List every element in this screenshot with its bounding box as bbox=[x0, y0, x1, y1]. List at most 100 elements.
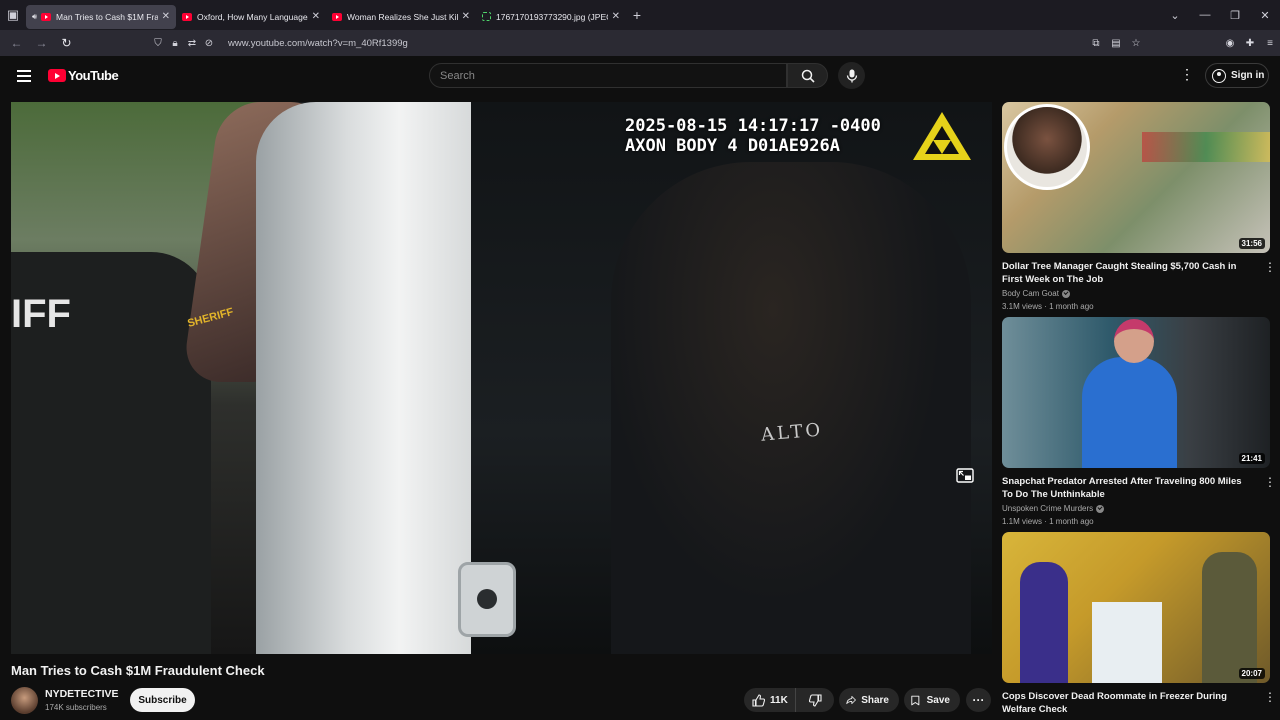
youtube-favicon-icon bbox=[41, 12, 52, 21]
share-button[interactable]: Share bbox=[839, 688, 899, 712]
channel-name-text: Unspoken Crime Murders bbox=[1002, 504, 1094, 513]
bookmark-star-icon[interactable]: ☆ bbox=[1126, 38, 1146, 49]
youtube-play-icon bbox=[48, 69, 66, 82]
miniplayer-icon[interactable] bbox=[956, 468, 974, 483]
settings-menu-icon[interactable]: ⋮ bbox=[1180, 66, 1194, 83]
channel-name-text: Body Cam Goat bbox=[1002, 289, 1059, 298]
video-frame-door-latch bbox=[458, 562, 516, 637]
video-menu-icon[interactable]: ⋮ bbox=[1264, 260, 1276, 274]
related-video-2[interactable]: 21:41 ⋮ Snapchat Predator Arrested After… bbox=[1002, 317, 1276, 526]
minimize-icon[interactable]: — bbox=[1190, 9, 1220, 21]
subscribe-button[interactable]: Subscribe bbox=[130, 688, 195, 712]
search-button[interactable] bbox=[787, 63, 828, 88]
save-button[interactable]: Save bbox=[904, 688, 960, 712]
lock-icon[interactable]: 🔒︎ bbox=[167, 38, 183, 49]
subscriber-count: 174K subscribers bbox=[45, 703, 107, 712]
tab-close-icon[interactable]: ✕ bbox=[612, 11, 620, 22]
url-text[interactable]: www.youtube.com/watch?v=m_40Rf1399g bbox=[228, 38, 408, 49]
tab-close-icon[interactable]: ✕ bbox=[162, 11, 170, 22]
dislike-button[interactable] bbox=[796, 693, 834, 707]
related-video-1[interactable]: 31:56 ⋮ Dollar Tree Manager Caught Steal… bbox=[1002, 102, 1276, 311]
window-controls: ⌄ — ❐ ✕ bbox=[1160, 0, 1280, 30]
account-icon[interactable]: ◉ bbox=[1220, 38, 1240, 49]
video-thumbnail[interactable]: 31:56 bbox=[1002, 102, 1270, 253]
video-duration: 21:41 bbox=[1238, 453, 1265, 464]
bodycam-timestamp-line2: AXON BODY 4 D01AE926A bbox=[625, 136, 840, 156]
hamburger-menu-icon[interactable] bbox=[17, 70, 31, 82]
channel-avatar[interactable] bbox=[11, 687, 38, 714]
video-duration: 31:56 bbox=[1238, 238, 1265, 249]
sign-in-label: Sign in bbox=[1231, 70, 1265, 81]
video-frame-person bbox=[611, 162, 971, 654]
save-label: Save bbox=[926, 694, 950, 706]
like-button[interactable]: 11K bbox=[744, 688, 796, 712]
related-video-channel[interactable]: Unspoken Crime Murders bbox=[1002, 504, 1270, 513]
video-overlay-badge-text: IFF bbox=[11, 292, 71, 336]
extensions-icon[interactable]: ✚ bbox=[1240, 38, 1260, 49]
permissions-icon[interactable]: ⇄ bbox=[184, 38, 200, 49]
tab-list-icon[interactable]: ▣ bbox=[0, 0, 26, 30]
restore-icon[interactable]: ❐ bbox=[1220, 9, 1250, 22]
tab-overflow-icon[interactable]: ⌄ bbox=[1160, 9, 1190, 22]
video-title: Man Tries to Cash $1M Fraudulent Check bbox=[11, 663, 265, 678]
reload-icon[interactable]: ↻ bbox=[54, 36, 79, 50]
voice-search-button[interactable] bbox=[838, 62, 865, 89]
related-video-title[interactable]: Snapchat Predator Arrested After Traveli… bbox=[1002, 475, 1242, 501]
related-video-title[interactable]: Dollar Tree Manager Caught Stealing $5,7… bbox=[1002, 260, 1242, 286]
bodycam-timestamp: 2025-08-15 14:17:17 -0400 AXON BODY 4 D0… bbox=[625, 116, 881, 156]
sign-in-button[interactable]: Sign in bbox=[1205, 63, 1269, 88]
youtube-favicon-icon bbox=[182, 12, 192, 21]
picture-in-picture-icon[interactable]: ⧉ bbox=[1086, 38, 1106, 49]
tab-close-icon[interactable]: ✕ bbox=[312, 11, 320, 22]
video-menu-icon[interactable]: ⋮ bbox=[1264, 475, 1276, 489]
thumbnail-scene bbox=[1142, 132, 1270, 162]
url-bar[interactable]: ⛉ 🔒︎ ⇄ ⊘ www.youtube.com/watch?v=m_40Rf1… bbox=[150, 32, 1140, 54]
tab-4[interactable]: 1767170193773290.jpg (JPEG Image) ✕ bbox=[476, 5, 626, 29]
speaker-icon[interactable]: 🔊︎ bbox=[32, 12, 37, 22]
related-video-channel[interactable]: Body Cam Goat bbox=[1002, 289, 1270, 298]
search-input[interactable] bbox=[430, 64, 786, 87]
autoplay-blocked-icon[interactable]: ⊘ bbox=[201, 38, 217, 49]
axon-logo-icon bbox=[913, 112, 971, 160]
shield-icon[interactable]: ⛉ bbox=[150, 38, 166, 49]
thumbs-down-icon bbox=[808, 693, 822, 707]
close-window-icon[interactable]: ✕ bbox=[1250, 9, 1280, 22]
back-icon[interactable]: ← bbox=[4, 36, 29, 50]
share-label: Share bbox=[861, 694, 889, 706]
related-video-3[interactable]: 20:07 ⋮ Cops Discover Dead Roommate in F… bbox=[1002, 532, 1276, 716]
video-thumbnail[interactable]: 20:07 bbox=[1002, 532, 1270, 683]
related-video-meta: 3.1M views · 1 month ago bbox=[1002, 302, 1094, 311]
app-menu-icon[interactable]: ≡ bbox=[1260, 38, 1280, 49]
reader-view-icon[interactable]: ▤ bbox=[1106, 38, 1126, 49]
thumbnail-freezer bbox=[1092, 602, 1162, 683]
youtube-header: YouTube ⋮ Sign in bbox=[0, 56, 1280, 96]
thumbnail-person-head bbox=[1114, 319, 1154, 363]
video-thumbnail[interactable]: 21:41 bbox=[1002, 317, 1270, 468]
youtube-logo[interactable]: YouTube bbox=[48, 68, 119, 83]
bodycam-timestamp-line1: 2025-08-15 14:17:17 -0400 bbox=[625, 116, 881, 136]
video-menu-icon[interactable]: ⋮ bbox=[1264, 690, 1276, 704]
tab-title: Man Tries to Cash $1M Fraudulent Check bbox=[56, 11, 158, 22]
new-tab-button[interactable]: + bbox=[626, 7, 648, 23]
toolbar-right: ⧉ ▤ ☆ ◉ ✚ ≡ bbox=[1086, 30, 1280, 56]
search-icon bbox=[801, 69, 815, 83]
more-actions-button[interactable]: ··· bbox=[966, 688, 991, 712]
youtube-logo-text: YouTube bbox=[68, 68, 119, 83]
video-player[interactable]: IFF SHERIFF ALTO 2025-08-15 14:17:17 -04… bbox=[11, 102, 992, 654]
tab-3[interactable]: Woman Realizes She Just Killed ✕ bbox=[326, 5, 476, 29]
channel-name[interactable]: NYDETECTIVE bbox=[45, 688, 119, 700]
share-icon bbox=[846, 695, 856, 705]
verified-check-icon bbox=[1096, 504, 1105, 513]
video-duration: 20:07 bbox=[1238, 668, 1265, 679]
forward-icon[interactable]: → bbox=[29, 36, 54, 50]
tab-title: Oxford, How Many Languages Do You Speak bbox=[197, 11, 308, 22]
tab-2[interactable]: Oxford, How Many Languages Do You Speak … bbox=[176, 5, 326, 29]
image-favicon-icon bbox=[482, 12, 491, 21]
tab-title: Woman Realizes She Just Killed bbox=[347, 11, 458, 22]
tab-1[interactable]: 🔊︎ Man Tries to Cash $1M Fraudulent Chec… bbox=[26, 4, 176, 29]
tab-close-icon[interactable]: ✕ bbox=[462, 11, 470, 22]
search-box[interactable] bbox=[429, 63, 787, 88]
thumbnail-person-right bbox=[1202, 552, 1257, 683]
thumbs-up-icon bbox=[752, 693, 765, 707]
related-video-title[interactable]: Cops Discover Dead Roommate in Freezer D… bbox=[1002, 690, 1242, 716]
